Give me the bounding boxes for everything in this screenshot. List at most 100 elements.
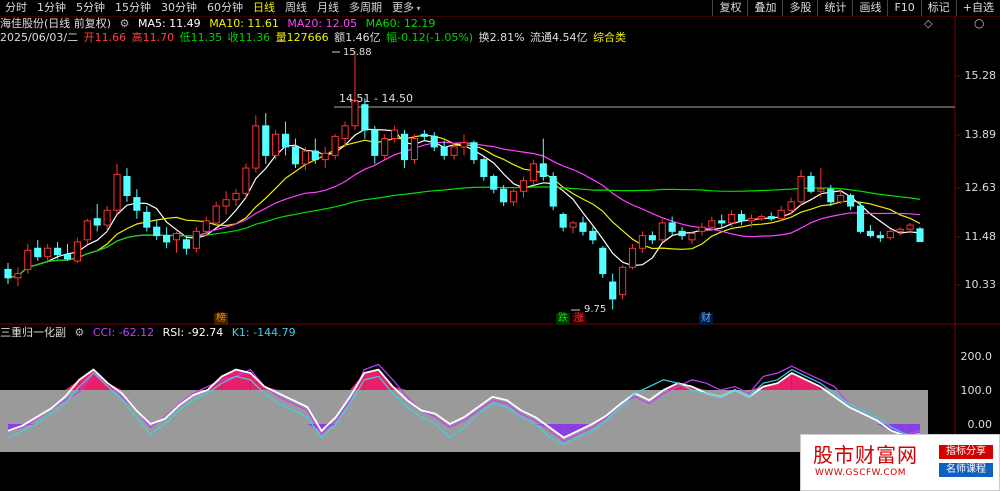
sector-label: 综合类	[593, 31, 627, 44]
oversold-fill	[535, 424, 550, 428]
candle-down	[182, 239, 191, 249]
mark-button[interactable]: 标记	[920, 0, 956, 16]
candle-down	[63, 254, 72, 260]
tab-daily[interactable]: 日线	[248, 0, 280, 16]
settings-icon[interactable]: ⚙	[120, 17, 130, 31]
candle-down	[34, 247, 42, 258]
k1-indicator-line	[7, 368, 921, 446]
candle-down	[4, 268, 12, 279]
candle-up	[619, 266, 627, 296]
candle-up	[529, 163, 537, 182]
candle-down	[153, 226, 161, 237]
close-icon[interactable]: ○	[974, 16, 984, 30]
candle-up	[728, 213, 736, 224]
candle-up	[24, 249, 32, 270]
ma-info-line: 海佳股份(日线 前复权) ⚙ MA5: 11.49 MA10: 11.61 MA…	[0, 17, 440, 31]
candle-down	[539, 163, 547, 177]
cci-indicator-line	[7, 363, 921, 442]
tab-15min[interactable]: 15分钟	[110, 0, 156, 16]
candle-down	[579, 222, 587, 232]
ma20-label: MA20: 12.05	[287, 17, 358, 30]
overbought-fill	[677, 383, 692, 390]
multi-stock-button[interactable]: 多股	[782, 0, 817, 16]
price-label-13.89: 13.89	[964, 128, 997, 141]
sub-tick-100: 100.0	[961, 384, 993, 397]
candle-down	[311, 150, 319, 161]
candle-down	[609, 281, 617, 300]
candle-up	[708, 220, 716, 228]
oversold-fill	[22, 424, 37, 426]
sub-indicator-legend: 三重归一化副 ⚙ CCI: -62.12 RSI: -92.74 K1: -14…	[0, 326, 301, 340]
candle-down	[599, 247, 607, 275]
tab-multi-period[interactable]: 多周期	[344, 0, 387, 16]
float-cap-label: 流通4.54亿	[530, 31, 588, 44]
candle-up	[172, 232, 181, 241]
candle-down	[281, 133, 290, 148]
candle-up	[906, 224, 914, 230]
candle-down	[430, 135, 438, 148]
tab-30min[interactable]: 30分钟	[156, 0, 202, 16]
finance-badge[interactable]: 财	[699, 313, 713, 325]
candle-up	[331, 135, 339, 156]
period-tabs: 分时 1分钟 5分钟 15分钟 30分钟 60分钟 日线 周线 月线 多周期 更…	[0, 0, 426, 16]
ma10-label: MA10: 11.61	[209, 17, 279, 30]
ma5-line	[7, 128, 921, 279]
high-price-label: 15.88	[343, 47, 372, 58]
candle-up	[757, 216, 765, 220]
collapse-icon[interactable]: ◇	[924, 17, 932, 30]
sub-settings-icon[interactable]: ⚙	[75, 326, 85, 340]
drop-badge[interactable]: 跌	[556, 313, 570, 325]
candle-up	[658, 222, 666, 241]
candle-up	[242, 167, 250, 194]
candle-down	[291, 146, 300, 165]
candle-down	[440, 146, 448, 156]
price-chart[interactable]: 200.0 100.0 0.00	[0, 0, 1000, 491]
watermark-tag-indicator: 指标分享	[939, 445, 993, 459]
oversold-fill	[877, 424, 892, 431]
overbought-fill	[378, 369, 393, 390]
candle-down	[500, 188, 508, 203]
tab-weekly[interactable]: 周线	[280, 0, 312, 16]
f10-button[interactable]: F10	[887, 0, 920, 16]
candle-down	[361, 104, 369, 131]
watermark-tag-course: 名师课程	[939, 463, 993, 477]
candle-down	[737, 213, 746, 222]
candle-up	[252, 125, 260, 169]
tab-more[interactable]: 更多	[387, 0, 426, 17]
candle-up	[896, 228, 904, 232]
tab-fenshi[interactable]: 分时	[0, 0, 32, 16]
tab-5min[interactable]: 5分钟	[71, 0, 110, 16]
oversold-fill	[8, 424, 23, 431]
ma5-label: MA5: 11.49	[137, 17, 201, 30]
overlay-button[interactable]: 叠加	[747, 0, 782, 16]
statistics-button[interactable]: 统计	[817, 0, 852, 16]
candle-down	[648, 235, 656, 241]
candle-down	[262, 125, 270, 156]
add-watchlist-button[interactable]: +自选	[955, 0, 1000, 16]
draw-line-button[interactable]: 画线	[852, 0, 887, 16]
tab-monthly[interactable]: 月线	[312, 0, 344, 16]
overbought-fill	[107, 383, 122, 390]
candle-down	[549, 175, 557, 207]
rise-badge[interactable]: 涨	[572, 313, 586, 325]
candle-down	[480, 159, 488, 177]
overbought-fill	[79, 369, 94, 390]
candle-up	[113, 173, 121, 211]
candle-down	[93, 218, 101, 226]
candle-down	[371, 129, 379, 156]
price-label-11.48: 11.48	[964, 230, 997, 243]
candle-down	[718, 220, 726, 224]
overbought-fill	[692, 386, 707, 390]
rank-badge[interactable]: 榜	[214, 313, 228, 325]
tab-60min[interactable]: 60分钟	[202, 0, 248, 16]
range-label: 14.51 - 14.50	[339, 92, 413, 105]
price-label-10.33: 10.33	[964, 278, 997, 291]
candle-up	[698, 226, 706, 232]
candle-up	[192, 230, 200, 249]
candle-up	[212, 205, 220, 224]
candle-down	[916, 228, 924, 243]
tab-1min[interactable]: 1分钟	[32, 0, 71, 16]
oversold-fill	[563, 424, 578, 438]
fuquan-button[interactable]: 复权	[712, 0, 747, 16]
amount-label: 额1.46亿	[334, 31, 381, 44]
